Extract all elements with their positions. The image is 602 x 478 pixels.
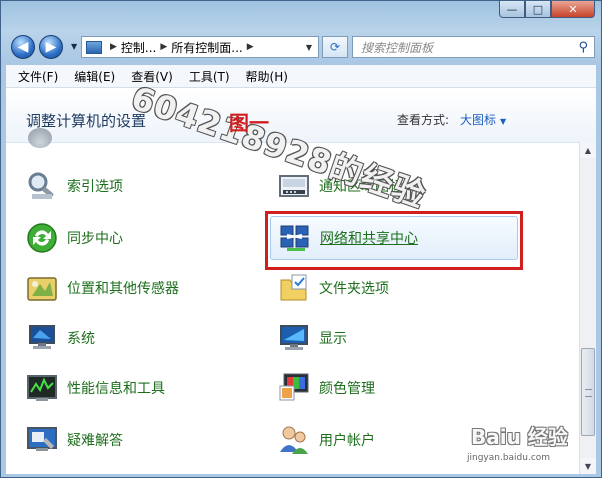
breadcrumb-item[interactable]: 所有控制面... bbox=[171, 39, 242, 56]
item-label: 性能信息和工具 bbox=[67, 381, 165, 397]
refresh-icon: ⟳ bbox=[329, 40, 341, 54]
item-color-management[interactable]: 颜色管理 bbox=[278, 370, 508, 406]
item-indexing-options[interactable]: 索引选项 bbox=[26, 168, 256, 204]
item-label: 显示 bbox=[319, 331, 347, 347]
chevron-right-icon: ▶ bbox=[246, 42, 254, 52]
search-icon[interactable]: ⚲ bbox=[578, 40, 588, 55]
chevron-down-icon[interactable]: ▼ bbox=[306, 43, 312, 52]
address-bar[interactable]: ▶ 控制... ▶ 所有控制面... ▶ ▼ bbox=[81, 36, 319, 58]
caption-buttons: — □ ✕ bbox=[499, 1, 595, 18]
scroll-up-button[interactable]: ▲ bbox=[580, 142, 596, 158]
vertical-scrollbar[interactable]: ▲ ▼ bbox=[579, 142, 596, 474]
item-label: 文件夹选项 bbox=[319, 281, 389, 297]
sync-icon bbox=[26, 222, 58, 254]
display-icon bbox=[278, 322, 310, 354]
view-by-value: 大图标 bbox=[460, 113, 497, 127]
item-label: 用户帐户 bbox=[319, 433, 375, 449]
recent-pages-dropdown[interactable]: ▼ bbox=[71, 42, 77, 51]
item-label: 位置和其他传感器 bbox=[67, 281, 179, 297]
item-display[interactable]: 显示 bbox=[278, 320, 508, 356]
magnifier-icon bbox=[26, 170, 58, 202]
item-system[interactable]: 系统 bbox=[26, 320, 256, 356]
search-input[interactable]: 搜索控制面板 ⚲ bbox=[352, 36, 595, 58]
breadcrumb-item[interactable]: 控制... bbox=[121, 39, 156, 56]
menu-edit[interactable]: 编辑(E) bbox=[74, 68, 115, 85]
back-button[interactable]: ◀ bbox=[11, 35, 35, 59]
refresh-button[interactable]: ⟳ bbox=[322, 36, 348, 58]
users-icon bbox=[278, 424, 310, 456]
close-button[interactable]: ✕ bbox=[551, 1, 595, 18]
minimize-button[interactable]: — bbox=[499, 1, 525, 18]
baidu-url-watermark: jingyan.baidu.com bbox=[467, 453, 551, 463]
forward-arrow-icon: ▶ bbox=[45, 39, 57, 55]
baidu-watermark: Baiu 经验 bbox=[471, 425, 568, 449]
item-label: 同步中心 bbox=[67, 231, 123, 247]
item-label: 系统 bbox=[67, 331, 95, 347]
figure-label: 图一 bbox=[229, 111, 269, 135]
item-location-sensors[interactable]: 位置和其他传感器 bbox=[26, 270, 256, 306]
view-by-dropdown[interactable]: 大图标 ▼ bbox=[460, 111, 506, 128]
grip-icon bbox=[585, 389, 592, 397]
control-panel-icon bbox=[86, 40, 102, 54]
menu-help[interactable]: 帮助(H) bbox=[246, 68, 288, 85]
computer-icon bbox=[26, 322, 58, 354]
forward-button[interactable]: ▶ bbox=[39, 35, 63, 59]
folder-icon bbox=[278, 272, 310, 304]
item-troubleshooting[interactable]: 疑难解答 bbox=[26, 422, 256, 458]
highlight-annotation-box bbox=[265, 211, 523, 270]
color-management-icon bbox=[278, 372, 310, 404]
item-sync-center[interactable]: 同步中心 bbox=[26, 220, 256, 256]
performance-icon bbox=[26, 372, 58, 404]
chevron-down-icon: ▼ bbox=[500, 117, 507, 126]
menu-file[interactable]: 文件(F) bbox=[18, 68, 58, 85]
item-label: 颜色管理 bbox=[319, 381, 375, 397]
search-placeholder: 搜索控制面板 bbox=[361, 40, 434, 55]
item-label: 疑难解答 bbox=[67, 433, 123, 449]
navigation-bar: ◀ ▶ ▼ ▶ 控制... ▶ 所有控制面... ▶ ▼ ⟳ 搜索控制面板 ⚲ bbox=[9, 31, 595, 61]
item-label: 索引选项 bbox=[67, 179, 123, 195]
view-by-label: 查看方式: bbox=[397, 113, 450, 127]
sensor-icon bbox=[26, 272, 58, 304]
maximize-button[interactable]: □ bbox=[525, 1, 551, 18]
scroll-thumb[interactable] bbox=[581, 348, 595, 436]
chevron-right-icon: ▶ bbox=[160, 42, 168, 52]
troubleshoot-icon bbox=[26, 424, 58, 456]
control-panel-window: — □ ✕ ◀ ▶ ▼ ▶ 控制... ▶ 所有控制面... ▶ ▼ ⟳ 搜索控… bbox=[0, 0, 602, 478]
menu-bar: 文件(F) 编辑(E) 查看(V) 工具(T) 帮助(H) bbox=[6, 65, 596, 88]
menu-tools[interactable]: 工具(T) bbox=[189, 68, 230, 85]
item-performance-info[interactable]: 性能信息和工具 bbox=[26, 370, 256, 406]
back-arrow-icon: ◀ bbox=[17, 39, 29, 55]
scroll-down-button[interactable]: ▼ bbox=[580, 458, 596, 474]
chevron-right-icon: ▶ bbox=[110, 42, 117, 52]
partial-item-icon bbox=[28, 128, 52, 148]
item-folder-options[interactable]: 文件夹选项 bbox=[278, 270, 508, 306]
